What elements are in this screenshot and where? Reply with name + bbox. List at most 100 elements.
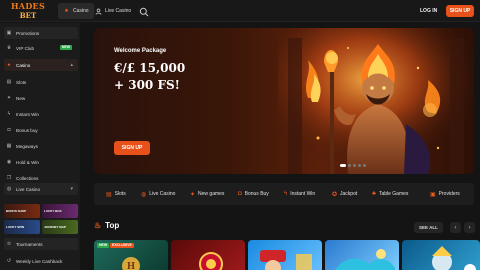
category-providers[interactable]: ▣ Providers bbox=[430, 183, 460, 205]
game-card[interactable] bbox=[248, 240, 322, 270]
bonus-shop-chip[interactable]: BONUS SHOP bbox=[4, 204, 40, 218]
sidebar-item-label: Casino bbox=[16, 62, 31, 68]
top-title-label: Top bbox=[105, 221, 120, 230]
sidebar-item-new[interactable]: ✦ New bbox=[4, 92, 78, 104]
category-new-games[interactable]: ✦ New games bbox=[190, 183, 224, 205]
gift-icon: ▣ bbox=[6, 30, 12, 36]
welcome-package-label: Welcome Package bbox=[114, 48, 167, 54]
sidebar-item-promotions[interactable]: ▣ Promotions bbox=[4, 27, 78, 39]
tab-live-casino[interactable]: Live Casino bbox=[90, 3, 136, 19]
welcome-banner[interactable]: Welcome Package €/£ 15,000 + 300 FS! SIG… bbox=[94, 28, 474, 174]
sidebar-item-weekly-live-cashback[interactable]: ↺ Weekly Live Cashback bbox=[4, 255, 78, 267]
category-label: Bonus Buy bbox=[244, 191, 269, 197]
carousel-dot-active[interactable] bbox=[340, 164, 346, 167]
chevron-up-icon: ▴ bbox=[70, 62, 73, 68]
chevron-right-icon: › bbox=[468, 224, 471, 231]
slots-icon: ▤ bbox=[106, 191, 112, 198]
game-card[interactable] bbox=[171, 240, 245, 270]
sidebar-item-bonus-buy[interactable]: ◘ Bonus buy bbox=[4, 124, 78, 136]
logo-line-2: BET bbox=[19, 11, 37, 20]
lightning-icon: ϟ bbox=[284, 191, 288, 197]
top-header: HADES BET ♠ Casino Live Casino LOG IN SI… bbox=[0, 0, 480, 22]
offer-line-1: €/£ 15,000 bbox=[114, 61, 186, 75]
sidebar-item-label: Instant Win bbox=[16, 111, 39, 117]
game-card[interactable]: NEW EXCLUSIVE H bbox=[94, 240, 168, 270]
category-instant-win[interactable]: ϟ Instant Win bbox=[284, 183, 315, 205]
banner-text: Welcome Package €/£ 15,000 + 300 FS! bbox=[114, 48, 185, 94]
user-icon: ◍ bbox=[141, 191, 147, 198]
sidebar: ▣ Promotions ♛ VIP Club NEW ♠ Casino ▴ ▤… bbox=[0, 23, 80, 270]
jackpot-icon: ✪ bbox=[332, 191, 338, 198]
game-art bbox=[432, 246, 476, 270]
game-card[interactable] bbox=[325, 240, 399, 270]
sidebar-item-label: Hold & Win bbox=[16, 159, 39, 165]
game-art: H bbox=[122, 257, 140, 270]
sidebar-item-live-casino[interactable]: ◍ Live Casino ▾ bbox=[4, 183, 78, 195]
journey-map-chip[interactable]: JOURNEY MAP bbox=[42, 220, 78, 234]
category-label: Live Casino bbox=[149, 191, 176, 197]
sidebar-item-vip-club[interactable]: ♛ VIP Club NEW bbox=[4, 42, 78, 54]
sidebar-item-megaways[interactable]: ▦ Megaways bbox=[4, 140, 78, 152]
scroll-left-button[interactable]: ‹ bbox=[450, 222, 461, 233]
sidebar-item-casino[interactable]: ♠ Casino ▴ bbox=[4, 59, 78, 71]
sidebar-item-label: Weekly Live Cashback bbox=[16, 258, 63, 264]
user-icon bbox=[95, 7, 102, 15]
fire-icon: ♨ bbox=[94, 221, 102, 230]
carousel-dot[interactable] bbox=[353, 164, 356, 167]
category-label: Table Games bbox=[378, 191, 409, 197]
scroll-right-button[interactable]: › bbox=[464, 222, 475, 233]
crown-icon: ♛ bbox=[6, 45, 12, 51]
sidebar-item-label: Megaways bbox=[16, 143, 38, 149]
lightning-icon: ϟ bbox=[7, 111, 11, 117]
category-slots[interactable]: ▤ Slots bbox=[106, 183, 126, 205]
carousel-dot[interactable] bbox=[348, 164, 351, 167]
lucky-box-chip[interactable]: LUCKY BOX bbox=[42, 204, 78, 218]
grid-icon: ▦ bbox=[6, 143, 12, 149]
search-button[interactable] bbox=[138, 5, 150, 17]
trophy-icon: ♔ bbox=[6, 241, 12, 247]
category-label: Slots bbox=[114, 191, 126, 197]
sidebar-item-tournaments[interactable]: ♔ Tournaments bbox=[4, 238, 78, 250]
category-label: Jackpot bbox=[340, 191, 358, 197]
carousel-dot[interactable] bbox=[358, 164, 361, 167]
login-button[interactable]: LOG IN bbox=[414, 5, 443, 17]
chevron-down-icon: ▾ bbox=[70, 186, 73, 192]
casino-icon: ♠ bbox=[7, 62, 11, 68]
category-jackpot[interactable]: ✪ Jackpot bbox=[332, 183, 357, 205]
cashback-icon: ↺ bbox=[6, 258, 12, 264]
category-table-games[interactable]: ♣ Table Games bbox=[372, 183, 408, 205]
game-card[interactable] bbox=[402, 240, 480, 270]
promo-chips-row-1: BONUS SHOP LUCKY BOX bbox=[4, 204, 78, 218]
banner-signup-button[interactable]: SIGN UP bbox=[114, 141, 150, 155]
hadesbet-logo[interactable]: HADES BET bbox=[8, 1, 48, 21]
category-live-casino[interactable]: ◍ Live Casino bbox=[141, 183, 175, 205]
top-section-title: ♨ Top bbox=[94, 221, 119, 230]
lucky-spin-chip[interactable]: LUCKY SPIN bbox=[4, 220, 40, 234]
logo-line-1: HADES bbox=[10, 1, 46, 11]
sidebar-item-label: Slots bbox=[16, 79, 27, 85]
sidebar-item-instant-win[interactable]: ϟ Instant Win bbox=[4, 108, 78, 120]
tab-casino[interactable]: ♠ Casino bbox=[58, 3, 94, 19]
new-badge: NEW bbox=[59, 45, 72, 50]
sidebar-item-label: Live Casino bbox=[16, 186, 41, 192]
offer-headline: €/£ 15,000 + 300 FS! bbox=[114, 60, 185, 94]
sidebar-item-slots[interactable]: ▤ Slots bbox=[4, 76, 78, 88]
sidebar-item-label: VIP Club bbox=[16, 45, 35, 51]
game-art bbox=[260, 250, 312, 270]
category-label: New games bbox=[198, 191, 225, 197]
category-bonus-buy[interactable]: ◘ Bonus Buy bbox=[238, 183, 269, 205]
providers-icon: ▣ bbox=[430, 191, 436, 198]
game-art bbox=[335, 249, 395, 270]
sidebar-item-label: Collections bbox=[16, 175, 39, 181]
coin-icon: ◉ bbox=[6, 159, 12, 165]
sparkle-icon: ✦ bbox=[6, 95, 12, 101]
signup-button[interactable]: SIGN UP bbox=[446, 5, 474, 17]
see-all-button[interactable]: SEE ALL bbox=[414, 222, 443, 233]
sidebar-item-label: Tournaments bbox=[16, 241, 43, 247]
category-label: Providers bbox=[438, 191, 460, 197]
svg-text:H: H bbox=[127, 262, 136, 270]
game-art bbox=[199, 252, 223, 270]
offer-line-2: + 300 FS! bbox=[114, 78, 180, 92]
carousel-dot[interactable] bbox=[363, 164, 366, 167]
sidebar-item-hold-and-win[interactable]: ◉ Hold & Win bbox=[4, 156, 78, 168]
